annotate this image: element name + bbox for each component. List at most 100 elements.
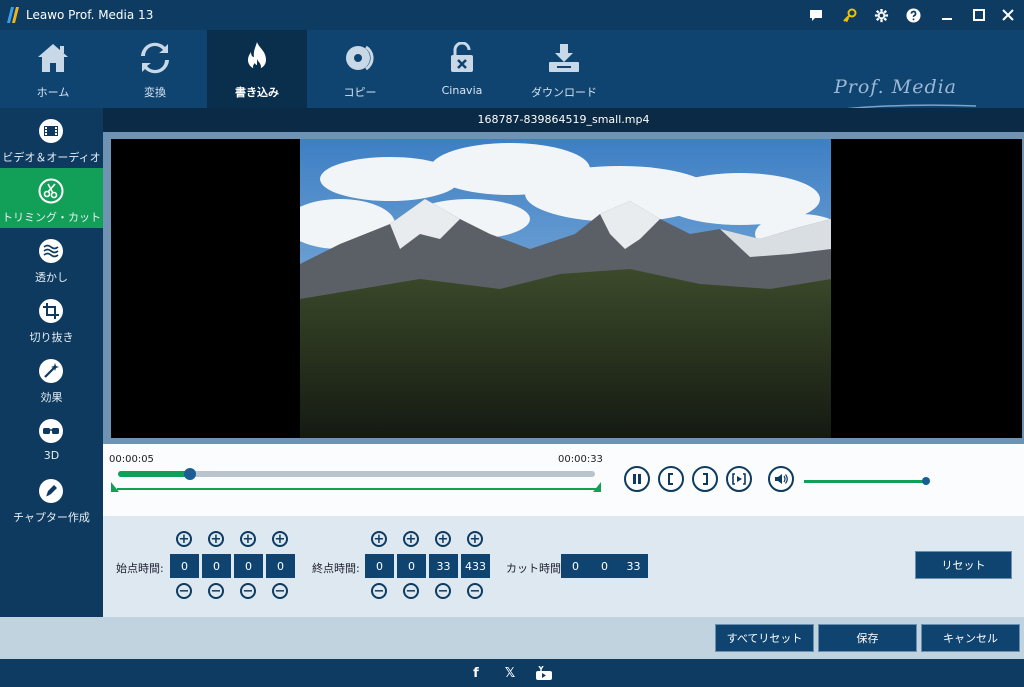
app-logo-icon xyxy=(7,7,19,23)
end-second-minus-button[interactable]: − xyxy=(435,583,451,599)
nav-download-label: ダウンロード xyxy=(531,86,597,99)
cancel-button[interactable]: キャンセル xyxy=(921,624,1020,652)
sidebar-item-label: チャプター作成 xyxy=(13,511,90,524)
cut-hour-value: 0 xyxy=(561,554,590,578)
key-icon[interactable] xyxy=(840,6,858,24)
download-icon xyxy=(544,38,584,78)
home-icon xyxy=(33,38,73,78)
watermark-icon xyxy=(36,236,66,266)
top-navigation: ホーム 変換 書き込み コピー Cinavia ダウンロード Prof. Med… xyxy=(0,30,1024,117)
sidebar-item-trim-cut[interactable]: トリミング・カット xyxy=(0,168,103,228)
end-minute-field[interactable]: 0 xyxy=(397,554,426,578)
gear-icon[interactable] xyxy=(872,6,890,24)
start-minute-minus-button[interactable]: − xyxy=(208,583,224,599)
end-second-plus-button[interactable]: + xyxy=(435,531,451,547)
action-bar: すべてリセット 保存 キャンセル xyxy=(0,617,1024,659)
start-hour-field[interactable]: 0 xyxy=(170,554,199,578)
current-time: 00:00:05 xyxy=(109,454,154,465)
3d-glasses-icon xyxy=(36,416,66,446)
timeline-handle[interactable] xyxy=(183,468,196,480)
footer: f 𝕏 xyxy=(0,659,1024,687)
nav-home-label: ホーム xyxy=(36,86,70,99)
nav-convert[interactable]: 変換 xyxy=(105,30,205,108)
playback-controls: 00:00:05 00:00:33 xyxy=(103,444,1024,516)
total-time: 00:00:33 xyxy=(558,454,603,465)
end-second-field[interactable]: 33 xyxy=(429,554,458,578)
sidebar-item-label: 効果 xyxy=(40,391,63,404)
volume-handle[interactable] xyxy=(922,477,930,485)
trim-settings-panel: 始点時間: 0 0 0 0 + + + + − − − − 終点時間: 0 0 … xyxy=(103,516,1024,617)
end-hour-plus-button[interactable]: + xyxy=(371,531,387,547)
x-twitter-icon[interactable]: 𝕏 xyxy=(502,665,518,681)
video-frame-image xyxy=(300,139,831,438)
nav-home[interactable]: ホーム xyxy=(3,30,103,108)
speaker-icon xyxy=(775,474,788,484)
sidebar-item-3d[interactable]: 3D xyxy=(0,408,103,468)
sidebar-item-video-audio[interactable]: ビデオ＆オーディオ xyxy=(0,108,103,168)
maximize-icon[interactable] xyxy=(970,6,988,24)
minimize-icon[interactable] xyxy=(938,6,956,24)
volume-slider[interactable] xyxy=(804,480,926,483)
set-start-button[interactable] xyxy=(658,466,684,492)
end-time-label: 終点時間: xyxy=(312,562,360,575)
end-millisecond-field[interactable]: 433 xyxy=(461,554,490,578)
start-minute-field[interactable]: 0 xyxy=(202,554,231,578)
sidebar-item-effect[interactable]: 効果 xyxy=(0,348,103,408)
sidebar-item-crop[interactable]: 切り抜き xyxy=(0,288,103,348)
nav-burn[interactable]: 書き込み xyxy=(207,30,307,108)
disc-icon xyxy=(340,38,380,78)
start-minute-plus-button[interactable]: + xyxy=(208,531,224,547)
title-bar: Leawo Prof. Media 13 xyxy=(0,0,1024,30)
nav-download[interactable]: ダウンロード xyxy=(514,30,614,108)
start-second-field[interactable]: 0 xyxy=(234,554,263,578)
trim-end-marker[interactable] xyxy=(593,482,601,492)
volume-button[interactable] xyxy=(768,466,794,492)
nav-cinavia[interactable]: Cinavia xyxy=(412,30,512,108)
sidebar-item-watermark[interactable]: 透かし xyxy=(0,228,103,288)
video-preview[interactable] xyxy=(111,139,1022,438)
help-icon[interactable] xyxy=(904,6,922,24)
play-selection-button[interactable] xyxy=(726,466,752,492)
start-millisecond-field[interactable]: 0 xyxy=(266,554,295,578)
end-millisecond-plus-button[interactable]: + xyxy=(467,531,483,547)
start-second-plus-button[interactable]: + xyxy=(240,531,256,547)
start-time-label: 始点時間: xyxy=(116,562,164,575)
bracket-left-icon xyxy=(668,473,673,485)
refresh-icon xyxy=(135,38,175,78)
start-second-minus-button[interactable]: − xyxy=(240,583,256,599)
start-hour-minus-button[interactable]: − xyxy=(176,583,192,599)
save-button[interactable]: 保存 xyxy=(818,624,917,652)
facebook-icon[interactable]: f xyxy=(468,665,484,681)
sidebar-item-label: 切り抜き xyxy=(29,331,74,344)
bracket-right-icon xyxy=(703,473,708,485)
nav-copy[interactable]: コピー xyxy=(310,30,410,108)
end-minute-minus-button[interactable]: − xyxy=(403,583,419,599)
sidebar: ビデオ＆オーディオ トリミング・カット 透かし 切り抜き 効果 3D チャプター… xyxy=(0,108,103,617)
pause-icon xyxy=(633,474,641,484)
end-hour-field[interactable]: 0 xyxy=(365,554,394,578)
start-hour-plus-button[interactable]: + xyxy=(176,531,192,547)
end-minute-plus-button[interactable]: + xyxy=(403,531,419,547)
effect-icon xyxy=(36,356,66,386)
end-millisecond-minus-button[interactable]: − xyxy=(467,583,483,599)
file-name-bar: 168787-839864519_small.mp4 xyxy=(103,108,1024,132)
pause-button[interactable] xyxy=(624,466,650,492)
file-name: 168787-839864519_small.mp4 xyxy=(477,113,650,126)
film-icon xyxy=(36,116,66,146)
set-end-button[interactable] xyxy=(692,466,718,492)
youtube-icon[interactable] xyxy=(536,665,552,681)
sidebar-item-chapter[interactable]: チャプター作成 xyxy=(0,468,103,528)
unlock-icon xyxy=(442,38,482,78)
start-millisecond-minus-button[interactable]: − xyxy=(272,583,288,599)
cut-minute-value: 0 xyxy=(590,554,619,578)
end-hour-minus-button[interactable]: − xyxy=(371,583,387,599)
feedback-icon[interactable] xyxy=(807,6,825,24)
reset-button[interactable]: リセット xyxy=(915,551,1012,579)
reset-all-button[interactable]: すべてリセット xyxy=(715,624,814,652)
app-title: Leawo Prof. Media 13 xyxy=(26,8,154,22)
sidebar-item-label: 3D xyxy=(43,449,60,462)
trim-start-marker[interactable] xyxy=(111,482,119,492)
sidebar-item-label: 透かし xyxy=(35,271,68,284)
close-icon[interactable] xyxy=(999,6,1017,24)
start-millisecond-plus-button[interactable]: + xyxy=(272,531,288,547)
